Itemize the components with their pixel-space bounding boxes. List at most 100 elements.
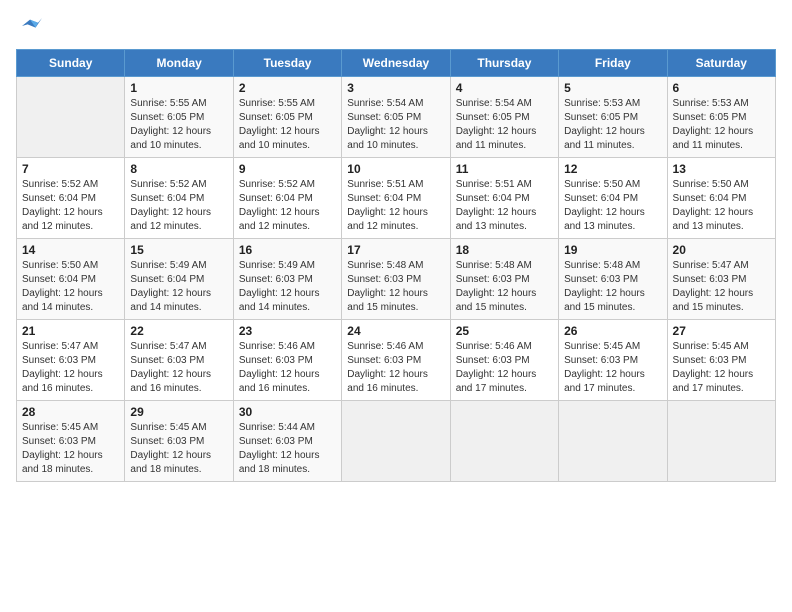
calendar-cell: 10 Sunrise: 5:51 AM Sunset: 6:04 PM Dayli…	[342, 157, 450, 238]
day-number: 16	[239, 243, 336, 257]
day-number: 17	[347, 243, 444, 257]
calendar-cell: 14 Sunrise: 5:50 AM Sunset: 6:04 PM Dayli…	[17, 238, 125, 319]
day-info: Sunrise: 5:46 AM Sunset: 6:03 PM Dayligh…	[239, 340, 336, 396]
day-number: 23	[239, 324, 336, 338]
day-number: 30	[239, 405, 336, 419]
day-info: Sunrise: 5:46 AM Sunset: 6:03 PM Dayligh…	[347, 340, 444, 396]
calendar-cell: 30Sunrise: 5:44 AM Sunset: 6:03 PM Dayli…	[233, 400, 341, 481]
day-info: Sunrise: 5:55 AM Sunset: 6:05 PM Dayligh…	[130, 97, 227, 153]
day-number: 18	[456, 243, 553, 257]
calendar-cell: 25 Sunrise: 5:46 AM Sunset: 6:03 PM Dayli…	[450, 319, 558, 400]
day-info: Sunrise: 5:52 AM Sunset: 6:04 PM Dayligh…	[239, 178, 336, 234]
calendar-cell: 29 Sunrise: 5:45 AM Sunset: 6:03 PM Dayli…	[125, 400, 233, 481]
calendar-cell: 20 Sunrise: 5:47 AM Sunset: 6:03 PM Dayli…	[667, 238, 775, 319]
day-info: Sunrise: 5:55 AM Sunset: 6:05 PM Dayligh…	[239, 97, 336, 153]
calendar-cell: 27 Sunrise: 5:45 AM Sunset: 6:03 PM Dayli…	[667, 319, 775, 400]
day-info: Sunrise: 5:52 AM Sunset: 6:04 PM Dayligh…	[130, 178, 227, 234]
calendar-cell	[559, 400, 667, 481]
calendar-cell	[342, 400, 450, 481]
day-number: 15	[130, 243, 227, 257]
day-number: 5	[564, 81, 661, 95]
day-number: 20	[673, 243, 770, 257]
calendar-cell: 9 Sunrise: 5:52 AM Sunset: 6:04 PM Daylig…	[233, 157, 341, 238]
calendar-cell: 16 Sunrise: 5:49 AM Sunset: 6:03 PM Dayli…	[233, 238, 341, 319]
day-number: 3	[347, 81, 444, 95]
day-number: 27	[673, 324, 770, 338]
calendar-cell: 8 Sunrise: 5:52 AM Sunset: 6:04 PM Daylig…	[125, 157, 233, 238]
day-number: 25	[456, 324, 553, 338]
day-info: Sunrise: 5:50 AM Sunset: 6:04 PM Dayligh…	[22, 259, 119, 315]
weekday-header-row: SundayMondayTuesdayWednesdayThursdayFrid…	[17, 49, 776, 76]
day-info: Sunrise: 5:48 AM Sunset: 6:03 PM Dayligh…	[456, 259, 553, 315]
logo-text	[16, 16, 42, 41]
calendar-cell: 1 Sunrise: 5:55 AM Sunset: 6:05 PM Daylig…	[125, 76, 233, 157]
day-number: 19	[564, 243, 661, 257]
day-number: 6	[673, 81, 770, 95]
weekday-header-saturday: Saturday	[667, 49, 775, 76]
week-row-4: 21 Sunrise: 5:47 AM Sunset: 6:03 PM Dayli…	[17, 319, 776, 400]
day-info: Sunrise: 5:49 AM Sunset: 6:03 PM Dayligh…	[239, 259, 336, 315]
day-number: 14	[22, 243, 119, 257]
day-info: Sunrise: 5:53 AM Sunset: 6:05 PM Dayligh…	[564, 97, 661, 153]
day-info: Sunrise: 5:48 AM Sunset: 6:03 PM Dayligh…	[347, 259, 444, 315]
day-number: 24	[347, 324, 444, 338]
day-info: Sunrise: 5:54 AM Sunset: 6:05 PM Dayligh…	[456, 97, 553, 153]
day-info: Sunrise: 5:48 AM Sunset: 6:03 PM Dayligh…	[564, 259, 661, 315]
calendar-cell	[450, 400, 558, 481]
day-number: 28	[22, 405, 119, 419]
day-info: Sunrise: 5:51 AM Sunset: 6:04 PM Dayligh…	[347, 178, 444, 234]
day-number: 1	[130, 81, 227, 95]
calendar-cell: 24 Sunrise: 5:46 AM Sunset: 6:03 PM Dayli…	[342, 319, 450, 400]
day-number: 21	[22, 324, 119, 338]
day-info: Sunrise: 5:46 AM Sunset: 6:03 PM Dayligh…	[456, 340, 553, 396]
weekday-header-monday: Monday	[125, 49, 233, 76]
day-info: Sunrise: 5:49 AM Sunset: 6:04 PM Dayligh…	[130, 259, 227, 315]
calendar-cell: 2Sunrise: 5:55 AM Sunset: 6:05 PM Daylig…	[233, 76, 341, 157]
day-number: 9	[239, 162, 336, 176]
day-info: Sunrise: 5:54 AM Sunset: 6:05 PM Dayligh…	[347, 97, 444, 153]
week-row-5: 28 Sunrise: 5:45 AM Sunset: 6:03 PM Dayli…	[17, 400, 776, 481]
day-number: 12	[564, 162, 661, 176]
day-number: 26	[564, 324, 661, 338]
weekday-header-sunday: Sunday	[17, 49, 125, 76]
calendar-cell: 13 Sunrise: 5:50 AM Sunset: 6:04 PM Dayli…	[667, 157, 775, 238]
day-number: 29	[130, 405, 227, 419]
calendar-cell: 5 Sunrise: 5:53 AM Sunset: 6:05 PM Daylig…	[559, 76, 667, 157]
day-number: 8	[130, 162, 227, 176]
day-info: Sunrise: 5:45 AM Sunset: 6:03 PM Dayligh…	[673, 340, 770, 396]
logo	[16, 16, 42, 41]
calendar-cell: 21Sunrise: 5:47 AM Sunset: 6:03 PM Dayli…	[17, 319, 125, 400]
calendar-cell: 11Sunrise: 5:51 AM Sunset: 6:04 PM Dayli…	[450, 157, 558, 238]
day-info: Sunrise: 5:51 AM Sunset: 6:04 PM Dayligh…	[456, 178, 553, 234]
day-number: 13	[673, 162, 770, 176]
day-info: Sunrise: 5:47 AM Sunset: 6:03 PM Dayligh…	[130, 340, 227, 396]
calendar-cell: 18 Sunrise: 5:48 AM Sunset: 6:03 PM Dayli…	[450, 238, 558, 319]
calendar-cell: 17 Sunrise: 5:48 AM Sunset: 6:03 PM Dayli…	[342, 238, 450, 319]
day-info: Sunrise: 5:45 AM Sunset: 6:03 PM Dayligh…	[564, 340, 661, 396]
calendar-cell: 22Sunrise: 5:47 AM Sunset: 6:03 PM Dayli…	[125, 319, 233, 400]
week-row-2: 7Sunrise: 5:52 AM Sunset: 6:04 PM Daylig…	[17, 157, 776, 238]
calendar-cell: 15 Sunrise: 5:49 AM Sunset: 6:04 PM Dayli…	[125, 238, 233, 319]
day-info: Sunrise: 5:53 AM Sunset: 6:05 PM Dayligh…	[673, 97, 770, 153]
calendar-cell: 26 Sunrise: 5:45 AM Sunset: 6:03 PM Dayli…	[559, 319, 667, 400]
weekday-header-thursday: Thursday	[450, 49, 558, 76]
calendar-cell: 6 Sunrise: 5:53 AM Sunset: 6:05 PM Daylig…	[667, 76, 775, 157]
day-info: Sunrise: 5:50 AM Sunset: 6:04 PM Dayligh…	[564, 178, 661, 234]
header	[16, 10, 776, 41]
day-info: Sunrise: 5:50 AM Sunset: 6:04 PM Dayligh…	[673, 178, 770, 234]
day-number: 10	[347, 162, 444, 176]
calendar-cell: 7Sunrise: 5:52 AM Sunset: 6:04 PM Daylig…	[17, 157, 125, 238]
day-info: Sunrise: 5:45 AM Sunset: 6:03 PM Dayligh…	[130, 421, 227, 477]
calendar-table: SundayMondayTuesdayWednesdayThursdayFrid…	[16, 49, 776, 482]
week-row-3: 14 Sunrise: 5:50 AM Sunset: 6:04 PM Dayli…	[17, 238, 776, 319]
weekday-header-wednesday: Wednesday	[342, 49, 450, 76]
day-info: Sunrise: 5:45 AM Sunset: 6:03 PM Dayligh…	[22, 421, 119, 477]
calendar-cell: 3 Sunrise: 5:54 AM Sunset: 6:05 PM Daylig…	[342, 76, 450, 157]
logo-bird-icon	[18, 16, 42, 36]
calendar-cell: 4Sunrise: 5:54 AM Sunset: 6:05 PM Daylig…	[450, 76, 558, 157]
week-row-1: 1 Sunrise: 5:55 AM Sunset: 6:05 PM Daylig…	[17, 76, 776, 157]
day-info: Sunrise: 5:52 AM Sunset: 6:04 PM Dayligh…	[22, 178, 119, 234]
weekday-header-tuesday: Tuesday	[233, 49, 341, 76]
day-info: Sunrise: 5:47 AM Sunset: 6:03 PM Dayligh…	[673, 259, 770, 315]
calendar-cell: 23 Sunrise: 5:46 AM Sunset: 6:03 PM Dayli…	[233, 319, 341, 400]
